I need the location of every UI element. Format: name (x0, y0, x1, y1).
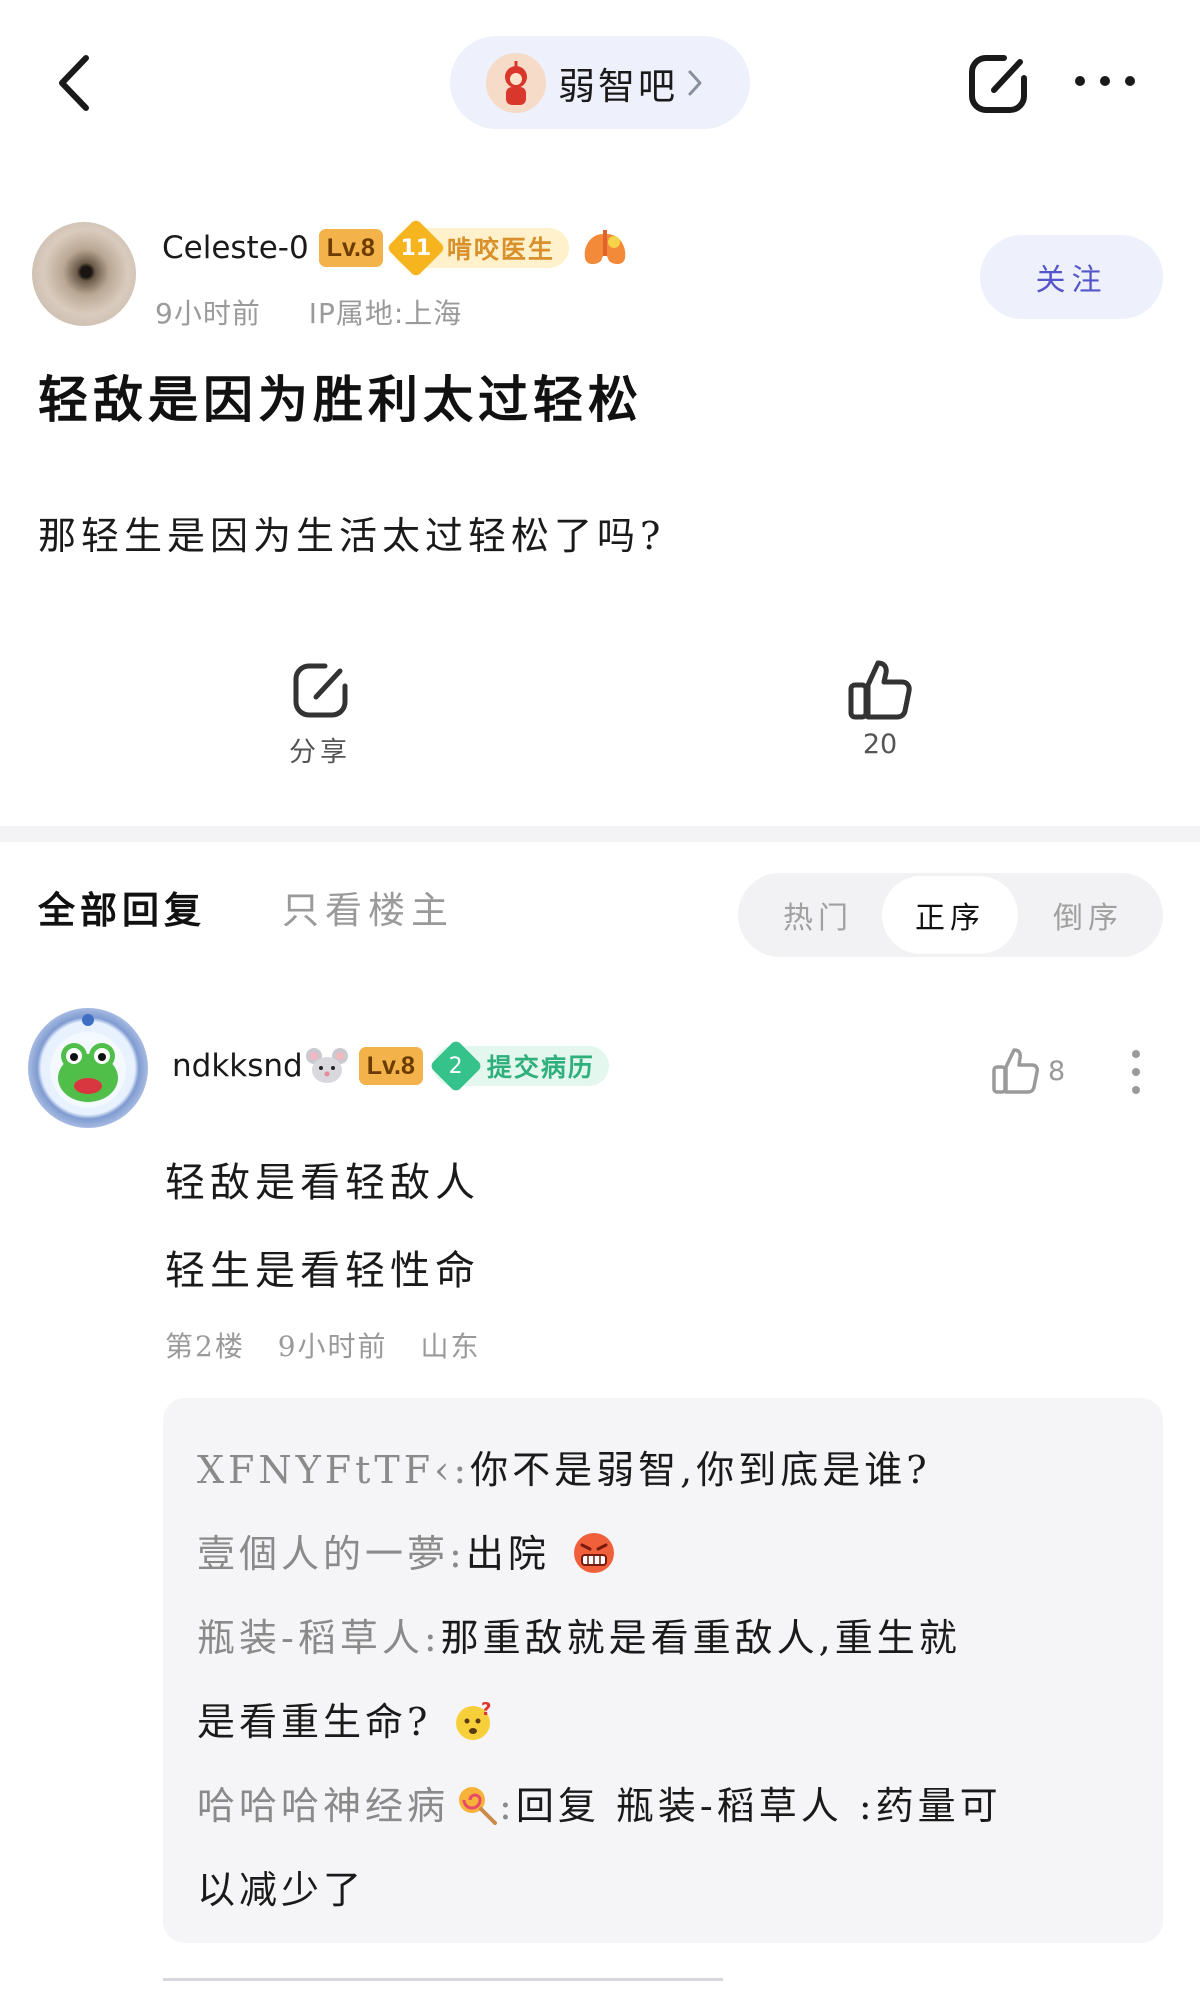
sub-reply: 哈哈哈神经病 :回复 瓶装-稻草人 :药量可 (197, 1784, 1002, 1828)
sub-reply-text: 回复 瓶装-稻草人 :药量可 (515, 1784, 1002, 1828)
author-name[interactable]: Celeste-0 (162, 230, 309, 266)
vertical-more-icon[interactable] (1126, 1048, 1146, 1096)
reply-time: 9小时前 (277, 1330, 388, 1363)
angry-grimace-emoji-icon (573, 1533, 614, 1573)
tab-all-replies[interactable]: 全部回复 (38, 880, 206, 934)
mouse-emoji-icon (305, 1048, 348, 1083)
sort-ascending-option[interactable]: 正序 (882, 876, 1018, 954)
share-action-button[interactable]: 分享 (270, 660, 370, 780)
sub-reply-continuation: 以减少了 (197, 1848, 1129, 1932)
sort-descending-option[interactable]: 倒序 (1038, 873, 1138, 957)
like-count: 20 (862, 729, 898, 760)
sub-reply-user[interactable]: 瓶装-稻草人 (197, 1616, 424, 1660)
more-options-icon[interactable] (1070, 66, 1140, 96)
reply-floor: 第2楼 (165, 1330, 245, 1363)
tab-op-only[interactable]: 只看楼主 (282, 880, 454, 934)
forum-link-pill[interactable]: 弱智吧 (450, 36, 750, 129)
thumbs-up-icon (992, 1048, 1039, 1094)
sub-reply-text: 是看重生命? (197, 1700, 432, 1744)
thinking-question-emoji-icon: ? (456, 1699, 495, 1740)
sub-reply-text: 那重敌就是看重敌人,重生就 (440, 1616, 961, 1660)
share-icon[interactable] (964, 50, 1032, 118)
honor-badge: 11 啃咬医生 (386, 218, 569, 278)
share-label: 分享 (289, 737, 351, 768)
honor-badge: 2 提交病历 (429, 1039, 609, 1093)
forum-avatar-icon (486, 52, 546, 113)
follow-button[interactable]: 关注 (980, 235, 1163, 319)
reply-name-row: ndkksnd Lv.8 2 提交病历 (172, 1039, 609, 1093)
reply-like-count: 8 (1048, 1055, 1066, 1087)
sub-reply-user[interactable]: XFNYFtTF‹ (197, 1448, 453, 1492)
chevron-right-icon (688, 70, 702, 95)
top-bar: 弱智吧 (0, 0, 1200, 165)
reply-avatar[interactable] (28, 1008, 148, 1128)
level-badge: Lv.8 (358, 1047, 423, 1085)
sort-segmented-control: 热门 正序 倒序 (738, 873, 1163, 957)
svg-text:?: ? (481, 1699, 495, 1720)
sub-reply-user[interactable]: 哈哈哈神经病 (197, 1784, 449, 1828)
sub-reply-text: 以减少了 (197, 1868, 366, 1912)
post-title: 轻敌是因为胜利太过轻松 (38, 370, 643, 429)
author-name-row: Celeste-0 Lv.8 11 啃咬医生 (162, 218, 629, 278)
sub-reply-text: 出院 (465, 1532, 550, 1576)
forum-name: 弱智吧 (558, 64, 678, 108)
section-divider (0, 826, 1200, 842)
sub-reply: 壹個人的一夢:出院 (197, 1512, 1129, 1596)
like-action-button[interactable]: 20 (830, 655, 930, 780)
frog-avatar-icon (50, 1014, 126, 1108)
sub-reply: XFNYFtTF‹:你不是弱智,你到底是谁? (197, 1448, 931, 1492)
bottom-divider (163, 1978, 723, 1981)
reply-meta: 第2楼 9小时前 山东 (165, 1325, 480, 1365)
reply-like-button[interactable]: 8 (990, 1045, 1065, 1097)
lollipop-emoji-icon (459, 1787, 498, 1825)
honor-level-icon: 11 (386, 218, 446, 278)
honor-title: 提交病历 (486, 1053, 595, 1082)
author-avatar[interactable] (32, 222, 136, 326)
sub-replies-box[interactable]: XFNYFtTF‹:你不是弱智,你到底是谁? 壹個人的一夢:出院 瓶装-稻草人:… (163, 1398, 1163, 1943)
sub-reply-user[interactable]: 壹個人的一夢 (197, 1532, 449, 1576)
post-ip-location: IP属地:上海 (308, 297, 463, 330)
level-badge: Lv.8 (318, 229, 383, 267)
sub-reply-text: 你不是弱智,你到底是谁? (470, 1448, 931, 1492)
post-body: 那轻生是因为生活太过轻松了吗? (38, 514, 666, 558)
sub-reply: 瓶装-稻草人:那重敌就是看重敌人,重生就 (197, 1616, 961, 1660)
reply-text-line: 轻敌是看轻敌人 (165, 1160, 480, 1206)
thumbs-up-icon (848, 660, 912, 720)
author-meta: 9小时前 IP属地:上海 (155, 292, 462, 332)
sub-reply-continuation: 是看重生命? ? (197, 1680, 1129, 1764)
lungs-badge-icon (584, 230, 626, 265)
honor-level-icon: 2 (429, 1039, 483, 1093)
reply-username[interactable]: ndkksnd (172, 1048, 303, 1084)
back-arrow-icon[interactable] (48, 48, 108, 118)
reply-text-line: 轻生是看轻性命 (165, 1248, 480, 1294)
reply-location: 山东 (420, 1330, 481, 1363)
sort-hot-option[interactable]: 热门 (768, 873, 868, 957)
post-time: 9小时前 (155, 297, 261, 330)
honor-title: 啃咬医生 (446, 235, 555, 264)
share-icon (293, 663, 348, 718)
